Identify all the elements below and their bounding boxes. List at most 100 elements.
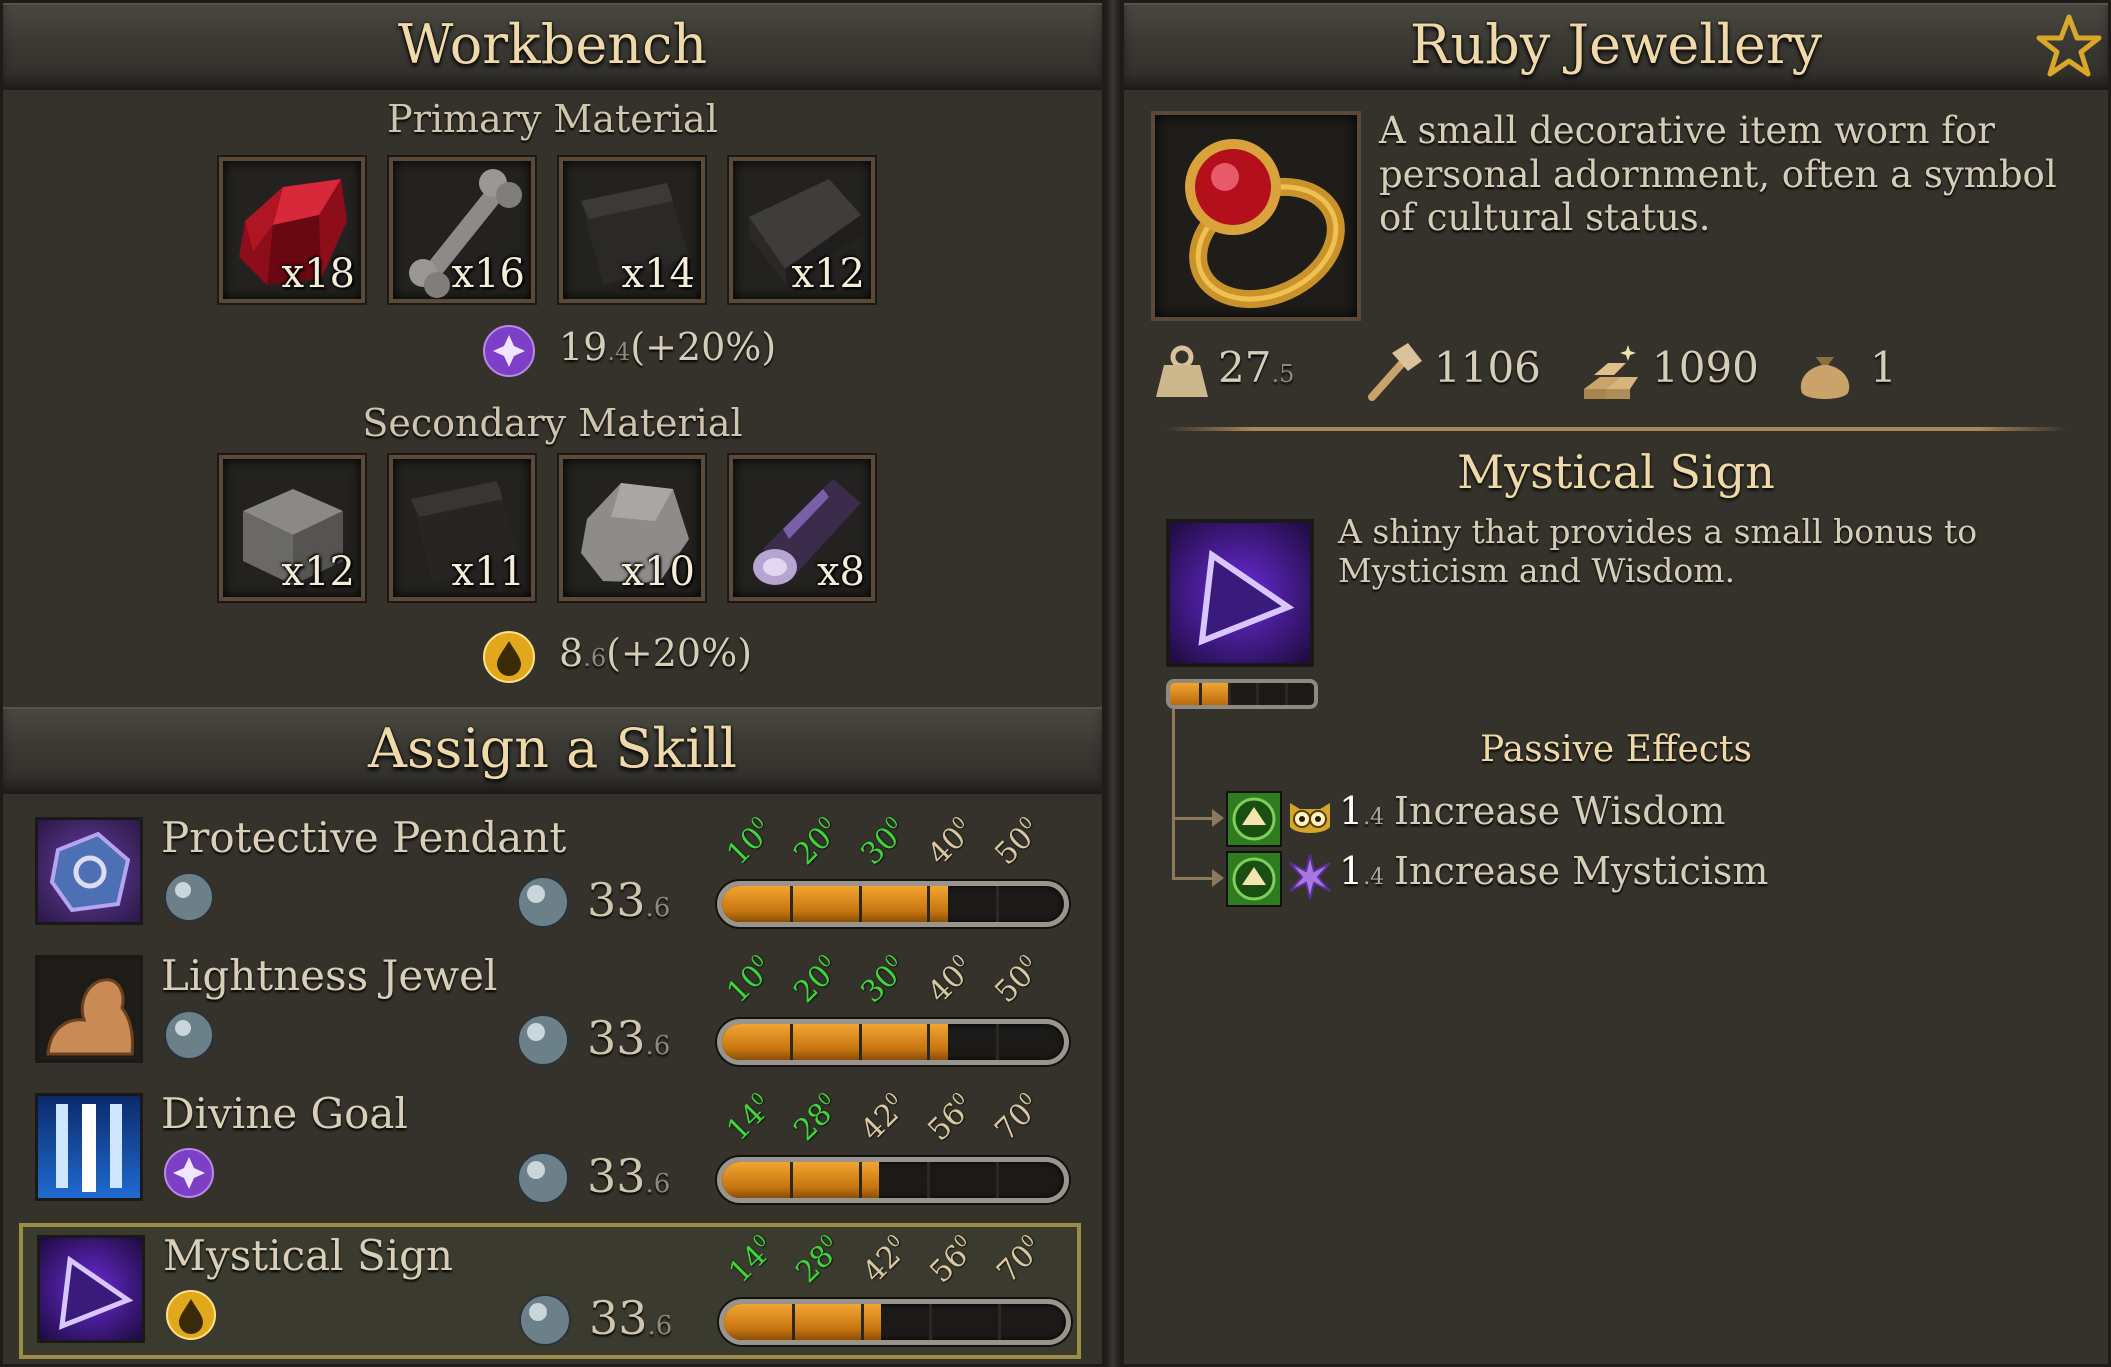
tree-arrow	[1212, 809, 1224, 827]
level-segment-divider	[1256, 683, 1260, 705]
material-count: x12	[791, 251, 865, 297]
bar-segment-divider	[790, 886, 794, 922]
level-segment-divider	[1227, 683, 1231, 705]
bar-segment-divider	[927, 1024, 931, 1060]
material-count: x11	[451, 549, 525, 595]
flexed-arm-icon	[35, 955, 143, 1063]
weight-icon	[1156, 345, 1208, 397]
skill-threshold-label: 280	[789, 1230, 842, 1290]
coin-pouch-icon	[1800, 357, 1850, 399]
skill-progress-fill	[722, 1162, 880, 1198]
orb-icon	[517, 876, 569, 928]
tree-arrow	[1212, 869, 1224, 887]
tree-branch	[1172, 817, 1216, 820]
bar-segment-divider	[790, 1024, 794, 1060]
mystical-sign-icon	[37, 1235, 145, 1343]
level-segment-divider	[1285, 683, 1289, 705]
mysticism-star-icon	[1289, 854, 1331, 900]
workbench-panel: Workbench Primary Material x18 x16 x14 x…	[0, 0, 1105, 1367]
skill-threshold-label: 500	[988, 812, 1041, 872]
secondary-stat-bonus: (+20%)	[606, 631, 753, 675]
skill-threshold-label: 200	[787, 950, 840, 1010]
skill-progress-fill	[722, 1024, 948, 1060]
material-count: x16	[451, 251, 525, 297]
increase-arrow-icon	[1226, 851, 1282, 907]
skill-row-divine-goal[interactable]: Divine Goal 33.6 140 280 420 560 700	[21, 1085, 1081, 1221]
wisdom-drop-icon	[483, 631, 535, 683]
primary-stat-bonus: (+20%)	[630, 325, 777, 369]
material-slot-rock[interactable]: x10	[559, 455, 705, 601]
material-count: x12	[281, 549, 355, 595]
bar-segment-divider	[995, 1024, 999, 1060]
bar-segment-divider	[929, 1304, 933, 1340]
item-image-frame	[1151, 111, 1361, 321]
skill-cost: 33.6	[587, 1149, 671, 1203]
material-slot-stone-slab[interactable]: x12	[729, 157, 875, 303]
hammer-icon	[1368, 343, 1422, 401]
skill-threshold-label: 560	[923, 1230, 976, 1290]
bar-segment-divider	[995, 886, 999, 922]
mystical-sign-icon	[1198, 549, 1295, 646]
material-slot-bone[interactable]: x16	[389, 157, 535, 303]
skill-threshold-label: 140	[722, 1230, 775, 1290]
skill-progress-bar	[717, 881, 1069, 927]
item-header: Ruby Jewellery	[1124, 3, 2108, 90]
skill-threshold-label: 500	[988, 950, 1041, 1010]
material-count: x14	[621, 251, 695, 297]
skill-progress-bar	[717, 1019, 1069, 1065]
passive-effects-label: Passive Effects	[1480, 729, 1752, 770]
increase-arrow-icon	[1226, 791, 1282, 847]
favorite-star-icon[interactable]	[2036, 13, 2102, 79]
skill-row-protective-pendant[interactable]: Protective Pendant 33.6 100 200 300 400 500	[21, 809, 1081, 945]
skill-threshold-label: 400	[921, 950, 974, 1010]
skill-name: Lightness Jewel	[161, 951, 498, 1000]
skill-threshold-label: 700	[990, 1230, 1043, 1290]
material-count: x18	[281, 251, 355, 297]
material-slot-ruby-ore[interactable]: x18	[219, 157, 365, 303]
workbench-header: Workbench	[3, 3, 1102, 90]
bar-segment-divider	[790, 1162, 794, 1198]
mysticism-icon	[483, 325, 535, 377]
tree-branch	[1172, 877, 1216, 880]
protective-pendant-icon	[35, 817, 143, 925]
skill-name: Divine Goal	[161, 1089, 408, 1138]
effect-value: 1.4	[1339, 789, 1385, 833]
effect-text: Increase Mysticism	[1394, 849, 1769, 893]
material-slot-purple-crystal-log[interactable]: x8	[729, 455, 875, 601]
material-slot-dark-leather[interactable]: x14	[559, 157, 705, 303]
skill-row-lightness-jewel[interactable]: Lightness Jewel 33.6 100 200 300 400 500	[21, 947, 1081, 1083]
skill-threshold-label: 100	[720, 812, 773, 872]
item-title: Ruby Jewellery	[1409, 13, 1823, 76]
skill-level-bar	[1166, 679, 1318, 709]
skill-progress-fill	[724, 1304, 882, 1340]
skill-row-mystical-sign[interactable]: Mystical Sign 33.6 140 280 420 560 700	[19, 1223, 1081, 1359]
bar-segment-divider	[997, 1304, 1001, 1340]
material-slot-stone-block[interactable]: x12	[219, 455, 365, 601]
skill-name: Protective Pendant	[161, 813, 567, 862]
item-detail-panel: Ruby Jewellery A small decorative item w…	[1121, 0, 2111, 1367]
primary-stat-value: 19	[559, 325, 608, 369]
bar-segment-divider	[995, 1162, 999, 1198]
skill-progress-fill	[722, 886, 948, 922]
skill-threshold-label: 140	[720, 1088, 773, 1148]
bar-segment-divider	[927, 1162, 931, 1198]
skill-cost: 33.6	[587, 1011, 671, 1065]
assign-skill-title: Assign a Skill	[367, 717, 738, 780]
weight-stat: 27.5	[1218, 343, 1295, 392]
bar-segment-divider	[927, 886, 931, 922]
material-count: x8	[816, 549, 865, 595]
skill-threshold-label: 420	[856, 1230, 909, 1290]
skill-threshold-label: 400	[921, 812, 974, 872]
gold-bars-icon	[1584, 345, 1638, 399]
skill-threshold-label: 100	[720, 950, 773, 1010]
level-segment-divider	[1198, 683, 1202, 705]
bar-segment-divider	[858, 1162, 862, 1198]
material-slot-dark-leather[interactable]: x11	[389, 455, 535, 601]
orb-icon	[517, 1152, 569, 1204]
value-stat: 1090	[1652, 343, 1759, 392]
primary-material-label: Primary Material	[387, 97, 718, 141]
skill-progress-bar	[719, 1299, 1071, 1345]
skill-threshold-label: 700	[988, 1088, 1041, 1148]
mysticism-gem-icon	[164, 1148, 214, 1198]
skill-threshold-label: 300	[854, 812, 907, 872]
